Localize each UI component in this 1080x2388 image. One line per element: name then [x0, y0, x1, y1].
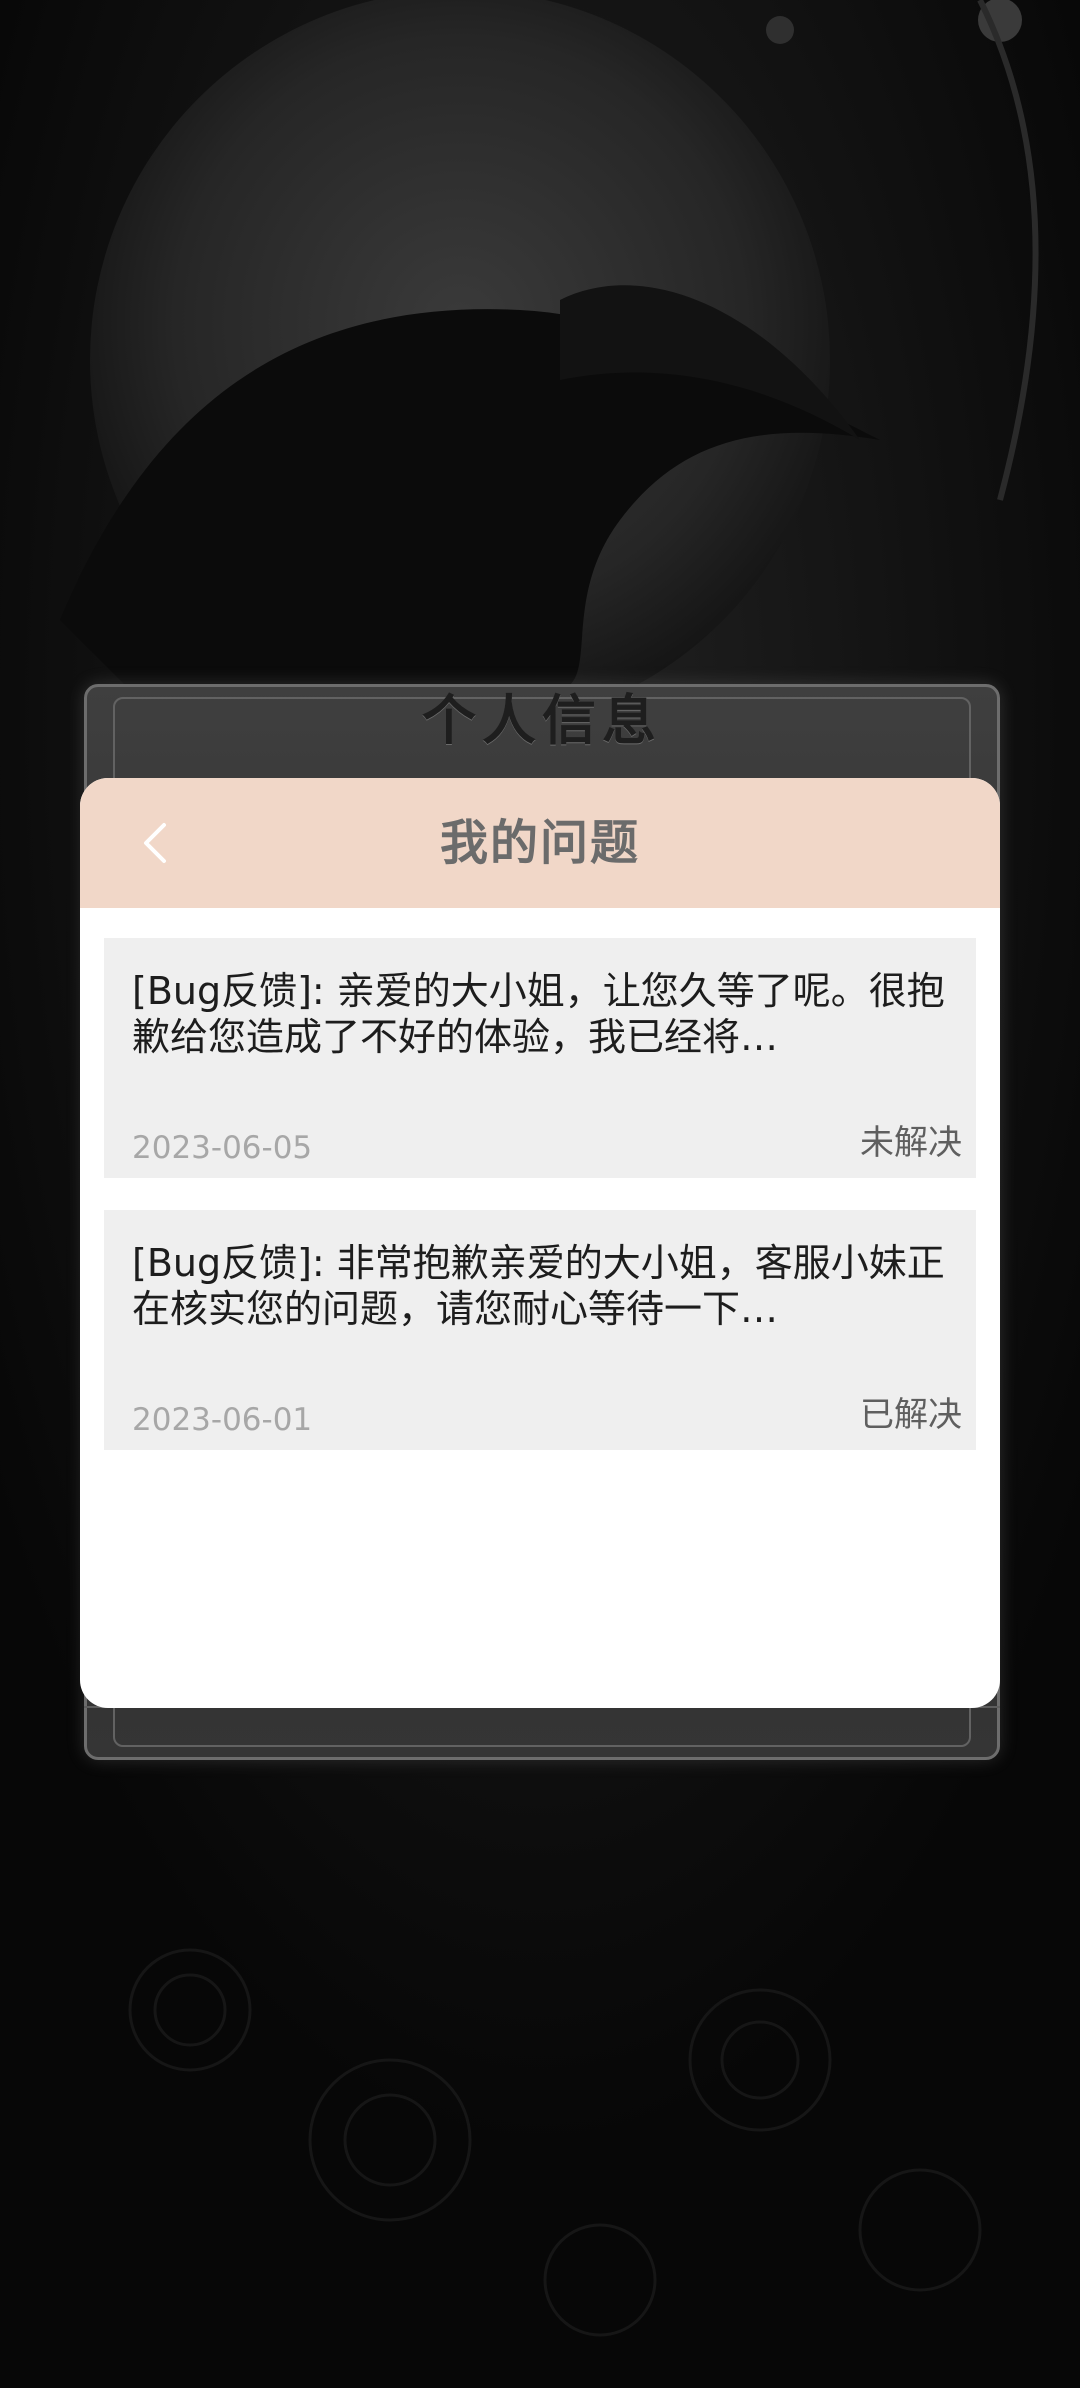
- issue-list: [Bug反馈]: 亲爱的大小姐，让您久等了呢。很抱歉给您造成了不好的体验，我已经…: [104, 938, 976, 1482]
- issue-date: 2023-06-01: [132, 1402, 313, 1438]
- card-header: 我的问题: [80, 778, 1000, 908]
- issue-summary: [Bug反馈]: 非常抱歉亲爱的大小姐，客服小妹正在核实您的问题，请您耐心等待一…: [132, 1241, 945, 1331]
- page-title: 我的问题: [439, 815, 640, 871]
- issue-item[interactable]: [Bug反馈]: 亲爱的大小姐，让您久等了呢。很抱歉给您造成了不好的体验，我已经…: [104, 938, 976, 1178]
- issue-date: 2023-06-05: [132, 1130, 313, 1166]
- my-issues-card: 我的问题 [Bug反馈]: 亲爱的大小姐，让您久等了呢。很抱歉给您造成了不好的体…: [80, 778, 1000, 1708]
- issue-item[interactable]: [Bug反馈]: 非常抱歉亲爱的大小姐，客服小妹正在核实您的问题，请您耐心等待一…: [104, 1210, 976, 1450]
- chevron-left-icon: [144, 823, 166, 863]
- issue-summary: [Bug反馈]: 亲爱的大小姐，让您久等了呢。很抱歉给您造成了不好的体验，我已经…: [132, 969, 945, 1059]
- screen: 个人信息 我的问题 [Bug反馈]: 亲爱的大小姐，让您久等了呢。很抱歉给您造成…: [0, 0, 1080, 2388]
- issue-status: 已解决: [860, 1395, 962, 1435]
- panel-title: 个人信息: [422, 688, 662, 752]
- back-button[interactable]: [120, 808, 190, 878]
- panel-frame-footer: [84, 1706, 1000, 1756]
- issue-status: 未解决: [860, 1123, 962, 1163]
